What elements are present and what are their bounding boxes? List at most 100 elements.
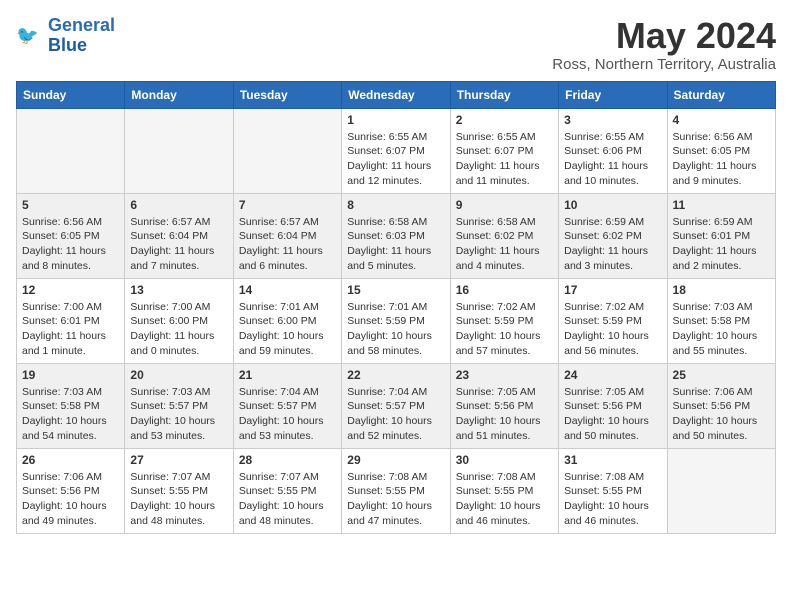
calendar-week-row: 5 Sunrise: 6:56 AMSunset: 6:05 PMDaylight… — [17, 193, 776, 278]
day-number: 2 — [456, 113, 553, 127]
calendar-header-row: SundayMondayTuesdayWednesdayThursdayFrid… — [17, 81, 776, 108]
col-header-wednesday: Wednesday — [342, 81, 450, 108]
svg-text:🐦: 🐦 — [16, 25, 39, 45]
day-number: 27 — [130, 453, 227, 467]
day-number: 5 — [22, 198, 119, 212]
day-info: Sunrise: 7:02 AMSunset: 5:59 PMDaylight:… — [564, 300, 661, 359]
day-number: 18 — [673, 283, 770, 297]
day-number: 16 — [456, 283, 553, 297]
calendar-cell: 26 Sunrise: 7:06 AMSunset: 5:56 PMDayligh… — [17, 448, 125, 533]
calendar-cell: 25 Sunrise: 7:06 AMSunset: 5:56 PMDayligh… — [667, 363, 775, 448]
day-info: Sunrise: 7:06 AMSunset: 5:56 PMDaylight:… — [673, 385, 770, 444]
day-number: 23 — [456, 368, 553, 382]
day-info: Sunrise: 6:57 AMSunset: 6:04 PMDaylight:… — [239, 215, 336, 274]
day-number: 29 — [347, 453, 444, 467]
calendar-cell: 29 Sunrise: 7:08 AMSunset: 5:55 PMDayligh… — [342, 448, 450, 533]
calendar-cell: 15Sunrise: 7:01 AMSunset: 5:59 PMDayligh… — [342, 278, 450, 363]
col-header-friday: Friday — [559, 81, 667, 108]
day-number: 19 — [22, 368, 119, 382]
day-info: Sunrise: 7:07 AMSunset: 5:55 PMDaylight:… — [239, 470, 336, 529]
day-info: Sunrise: 7:07 AMSunset: 5:55 PMDaylight:… — [130, 470, 227, 529]
day-number: 4 — [673, 113, 770, 127]
calendar-cell: 30 Sunrise: 7:08 AMSunset: 5:55 PMDayligh… — [450, 448, 558, 533]
calendar-cell: 16 Sunrise: 7:02 AMSunset: 5:59 PMDayligh… — [450, 278, 558, 363]
day-number: 14 — [239, 283, 336, 297]
day-info: Sunrise: 7:04 AMSunset: 5:57 PMDaylight:… — [239, 385, 336, 444]
col-header-monday: Monday — [125, 81, 233, 108]
calendar-week-row: 1Sunrise: 6:55 AMSunset: 6:07 PMDaylight… — [17, 108, 776, 193]
day-info: Sunrise: 6:58 AMSunset: 6:03 PMDaylight:… — [347, 215, 444, 274]
calendar-cell: 14 Sunrise: 7:01 AMSunset: 6:00 PMDayligh… — [233, 278, 341, 363]
logo: 🐦 General Blue — [16, 16, 115, 56]
calendar-cell: 27 Sunrise: 7:07 AMSunset: 5:55 PMDayligh… — [125, 448, 233, 533]
page-header: 🐦 General Blue May 2024 Ross, Northern T… — [16, 16, 776, 73]
day-info: Sunrise: 7:08 AMSunset: 5:55 PMDaylight:… — [347, 470, 444, 529]
day-number: 21 — [239, 368, 336, 382]
col-header-thursday: Thursday — [450, 81, 558, 108]
day-info: Sunrise: 7:05 AMSunset: 5:56 PMDaylight:… — [456, 385, 553, 444]
calendar-table: SundayMondayTuesdayWednesdayThursdayFrid… — [16, 81, 776, 534]
calendar-cell: 13 Sunrise: 7:00 AMSunset: 6:00 PMDayligh… — [125, 278, 233, 363]
calendar-cell — [125, 108, 233, 193]
day-info: Sunrise: 7:08 AMSunset: 5:55 PMDaylight:… — [456, 470, 553, 529]
day-number: 12 — [22, 283, 119, 297]
day-info: Sunrise: 7:00 AMSunset: 6:01 PMDaylight:… — [22, 300, 119, 359]
calendar-week-row: 12 Sunrise: 7:00 AMSunset: 6:01 PMDayligh… — [17, 278, 776, 363]
day-info: Sunrise: 7:03 AMSunset: 5:58 PMDaylight:… — [673, 300, 770, 359]
col-header-saturday: Saturday — [667, 81, 775, 108]
day-info: Sunrise: 7:01 AMSunset: 5:59 PMDaylight:… — [347, 300, 444, 359]
calendar-cell: 22Sunrise: 7:04 AMSunset: 5:57 PMDayligh… — [342, 363, 450, 448]
calendar-cell: 28 Sunrise: 7:07 AMSunset: 5:55 PMDayligh… — [233, 448, 341, 533]
calendar-cell — [667, 448, 775, 533]
calendar-cell: 20Sunrise: 7:03 AMSunset: 5:57 PMDayligh… — [125, 363, 233, 448]
calendar-cell: 2 Sunrise: 6:55 AMSunset: 6:07 PMDaylight… — [450, 108, 558, 193]
logo-icon: 🐦 — [16, 22, 44, 50]
day-number: 10 — [564, 198, 661, 212]
day-number: 9 — [456, 198, 553, 212]
calendar-cell: 19 Sunrise: 7:03 AMSunset: 5:58 PMDayligh… — [17, 363, 125, 448]
calendar-cell: 18 Sunrise: 7:03 AMSunset: 5:58 PMDayligh… — [667, 278, 775, 363]
day-number: 26 — [22, 453, 119, 467]
day-info: Sunrise: 7:05 AMSunset: 5:56 PMDaylight:… — [564, 385, 661, 444]
logo-text: General Blue — [48, 16, 115, 56]
calendar-cell: 17 Sunrise: 7:02 AMSunset: 5:59 PMDayligh… — [559, 278, 667, 363]
day-info: Sunrise: 6:58 AMSunset: 6:02 PMDaylight:… — [456, 215, 553, 274]
day-info: Sunrise: 7:03 AMSunset: 5:57 PMDaylight:… — [130, 385, 227, 444]
day-number: 25 — [673, 368, 770, 382]
day-info: Sunrise: 7:00 AMSunset: 6:00 PMDaylight:… — [130, 300, 227, 359]
day-info: Sunrise: 7:03 AMSunset: 5:58 PMDaylight:… — [22, 385, 119, 444]
calendar-cell: 4 Sunrise: 6:56 AMSunset: 6:05 PMDaylight… — [667, 108, 775, 193]
day-info: Sunrise: 7:08 AMSunset: 5:55 PMDaylight:… — [564, 470, 661, 529]
calendar-cell: 8 Sunrise: 6:58 AMSunset: 6:03 PMDaylight… — [342, 193, 450, 278]
calendar-cell: 10 Sunrise: 6:59 AMSunset: 6:02 PMDayligh… — [559, 193, 667, 278]
calendar-cell: 5 Sunrise: 6:56 AMSunset: 6:05 PMDaylight… — [17, 193, 125, 278]
calendar-cell — [233, 108, 341, 193]
day-info: Sunrise: 6:55 AMSunset: 6:07 PMDaylight:… — [347, 130, 444, 189]
day-info: Sunrise: 7:06 AMSunset: 5:56 PMDaylight:… — [22, 470, 119, 529]
day-number: 11 — [673, 198, 770, 212]
calendar-cell: 1Sunrise: 6:55 AMSunset: 6:07 PMDaylight… — [342, 108, 450, 193]
day-number: 30 — [456, 453, 553, 467]
day-number: 22 — [347, 368, 444, 382]
day-number: 24 — [564, 368, 661, 382]
day-info: Sunrise: 6:59 AMSunset: 6:01 PMDaylight:… — [673, 215, 770, 274]
day-info: Sunrise: 6:56 AMSunset: 6:05 PMDaylight:… — [673, 130, 770, 189]
day-number: 3 — [564, 113, 661, 127]
day-info: Sunrise: 6:55 AMSunset: 6:07 PMDaylight:… — [456, 130, 553, 189]
day-number: 13 — [130, 283, 227, 297]
day-info: Sunrise: 7:01 AMSunset: 6:00 PMDaylight:… — [239, 300, 336, 359]
calendar-cell: 21 Sunrise: 7:04 AMSunset: 5:57 PMDayligh… — [233, 363, 341, 448]
day-info: Sunrise: 6:55 AMSunset: 6:06 PMDaylight:… — [564, 130, 661, 189]
day-number: 6 — [130, 198, 227, 212]
calendar-cell: 23 Sunrise: 7:05 AMSunset: 5:56 PMDayligh… — [450, 363, 558, 448]
day-info: Sunrise: 7:02 AMSunset: 5:59 PMDaylight:… — [456, 300, 553, 359]
day-number: 8 — [347, 198, 444, 212]
day-number: 28 — [239, 453, 336, 467]
day-info: Sunrise: 6:56 AMSunset: 6:05 PMDaylight:… — [22, 215, 119, 274]
calendar-cell: 11 Sunrise: 6:59 AMSunset: 6:01 PMDayligh… — [667, 193, 775, 278]
day-number: 7 — [239, 198, 336, 212]
logo-line2: Blue — [48, 35, 87, 55]
day-info: Sunrise: 6:59 AMSunset: 6:02 PMDaylight:… — [564, 215, 661, 274]
day-number: 17 — [564, 283, 661, 297]
calendar-cell: 24 Sunrise: 7:05 AMSunset: 5:56 PMDayligh… — [559, 363, 667, 448]
